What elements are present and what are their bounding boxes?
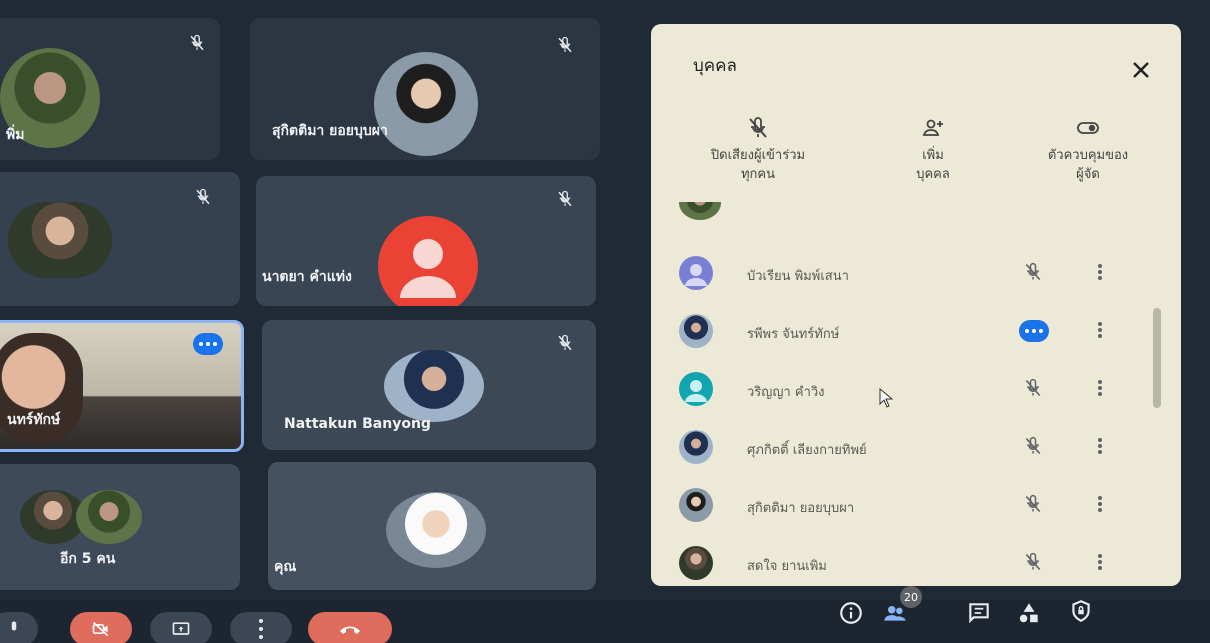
mute-all-button[interactable]: ปิดเสียงผู้เข้าร่วม ทุกคน — [673, 116, 843, 184]
mic-button[interactable] — [0, 612, 38, 643]
others-tile[interactable]: อีก 5 คน — [0, 464, 240, 590]
more-vert-icon[interactable] — [1097, 320, 1103, 340]
participant-row[interactable]: บัวเรียน พิมพ์เสนา — [651, 244, 1181, 302]
participant-avatar — [679, 488, 713, 522]
mic-off-icon — [196, 188, 210, 205]
mic-off-icon — [558, 36, 572, 53]
participant-avatar — [679, 430, 713, 464]
more-vert-icon — [259, 617, 263, 641]
participant-count-badge: 20 — [900, 586, 922, 608]
call-end-icon — [340, 626, 360, 634]
mic-off-icon — [1025, 378, 1041, 397]
mic-off-icon — [190, 34, 204, 51]
more-vert-icon[interactable] — [1097, 436, 1103, 456]
videocam-off-icon — [92, 621, 109, 637]
participant-name: สุกิตติมา ยอยบุบผา — [272, 123, 388, 139]
participant-tile[interactable] — [0, 172, 240, 306]
activities-icon[interactable] — [1016, 600, 1042, 626]
mic-off-icon — [1025, 494, 1041, 513]
present-button[interactable] — [150, 612, 212, 643]
participant-name: นทร์ทักษ์ — [7, 412, 61, 428]
participant-avatar — [378, 216, 478, 306]
participant-tile[interactable]: นาตยา คำแท่ง — [256, 176, 596, 306]
cursor-icon — [879, 388, 894, 408]
speaking-indicator — [1019, 320, 1049, 342]
participant-row[interactable]: วริญญา คำวิง — [651, 360, 1181, 418]
more-vert-icon[interactable] — [1097, 552, 1103, 572]
mic-off-icon — [558, 334, 572, 351]
close-icon[interactable] — [1129, 58, 1153, 82]
mute-all-label-2: ทุกคน — [740, 167, 776, 182]
leave-call-button[interactable] — [308, 612, 392, 643]
panel-title: บุคคล — [693, 56, 737, 76]
mic-off-icon — [558, 190, 572, 207]
participant-avatar — [679, 202, 721, 220]
more-options-button[interactable] — [230, 612, 292, 643]
mic-off-icon — [1025, 262, 1041, 281]
participant-name: รพีพร จันทร์ทักษ์ — [747, 327, 840, 342]
self-name: คุณ — [274, 559, 297, 575]
participant-row[interactable]: สดใจ ยานเพิม — [651, 534, 1181, 586]
participant-name: Nattakun Banyong — [284, 416, 431, 432]
participant-row-partial — [651, 202, 1181, 222]
participant-name: นาตยา คำแท่ง — [262, 269, 352, 285]
participant-avatar — [679, 314, 713, 348]
info-icon[interactable] — [838, 600, 864, 626]
participant-avatar — [384, 350, 484, 422]
toggle-icon — [1077, 122, 1099, 134]
meeting-stage: พิ่ม สุกิตติมา ยอยบุบผา นาตยา คำแท่ง นทร… — [0, 0, 1210, 643]
mic-off-icon — [1025, 436, 1041, 455]
participant-avatar — [76, 490, 142, 544]
more-vert-icon[interactable] — [1097, 262, 1103, 282]
participant-row[interactable]: ศุภกิตติ์ เลียงกายทิพย์ — [651, 418, 1181, 476]
participant-name: ศุภกิตติ์ เลียงกายทิพย์ — [747, 443, 867, 458]
host-controls-label-1: ตัวควบคุมของ — [1047, 148, 1129, 163]
participant-row[interactable]: สุกิตติมา ยอยบุบผา — [651, 476, 1181, 534]
host-controls-shield-icon[interactable] — [1068, 598, 1094, 624]
participant-tile[interactable]: สุกิตติมา ยอยบุบผา — [250, 18, 600, 160]
add-people-label-1: เพิ่ม — [922, 148, 944, 163]
participant-avatar — [679, 372, 713, 406]
person-add-icon — [922, 119, 943, 136]
participant-tile-active[interactable]: นทร์ทักษ์ — [0, 320, 244, 452]
mic-icon — [11, 621, 17, 631]
participant-avatar — [679, 546, 713, 580]
participant-avatar — [374, 52, 478, 156]
participant-name: พิ่ม — [6, 127, 25, 143]
participant-name: บัวเรียน พิมพ์เสนา — [747, 269, 849, 284]
host-controls-label-2: ผู้จัด — [1076, 167, 1100, 182]
people-panel: บุคคล ปิดเสียงผู้เข้าร่วม ทุกคน เพิ่ม บุ… — [651, 24, 1181, 586]
participant-tile[interactable]: พิ่ม — [0, 18, 220, 160]
add-people-button[interactable]: เพิ่ม บุคคล — [893, 116, 973, 184]
speaking-indicator — [193, 333, 223, 355]
add-people-label-2: บุคคล — [916, 167, 950, 182]
participant-avatar — [679, 256, 713, 290]
mute-all-label-1: ปิดเสียงผู้เข้าร่วม — [710, 148, 806, 163]
mic-off-icon — [749, 117, 767, 138]
more-vert-icon[interactable] — [1097, 494, 1103, 514]
more-vert-icon[interactable] — [1097, 378, 1103, 398]
participant-name: สดใจ ยานเพิม — [747, 559, 827, 574]
participant-tile[interactable]: Nattakun Banyong — [262, 320, 596, 450]
panel-scrollbar[interactable] — [1153, 308, 1161, 408]
participant-avatar — [8, 202, 112, 278]
person-icon — [400, 239, 456, 298]
present-screen-icon — [172, 622, 190, 635]
participant-name: สุกิตติมา ยอยบุบผา — [747, 501, 855, 516]
mic-off-icon — [1025, 552, 1041, 571]
self-avatar — [386, 492, 486, 568]
participant-row[interactable]: รพีพร จันทร์ทักษ์ — [651, 302, 1181, 360]
chat-icon[interactable] — [966, 600, 992, 626]
others-count: อีก 5 คน — [60, 551, 116, 567]
participant-name: วริญญา คำวิง — [747, 385, 825, 400]
camera-off-button[interactable] — [70, 612, 132, 643]
self-tile[interactable]: คุณ — [268, 462, 596, 590]
host-controls-button[interactable]: ตัวควบคุมของ ผู้จัด — [1023, 116, 1153, 184]
